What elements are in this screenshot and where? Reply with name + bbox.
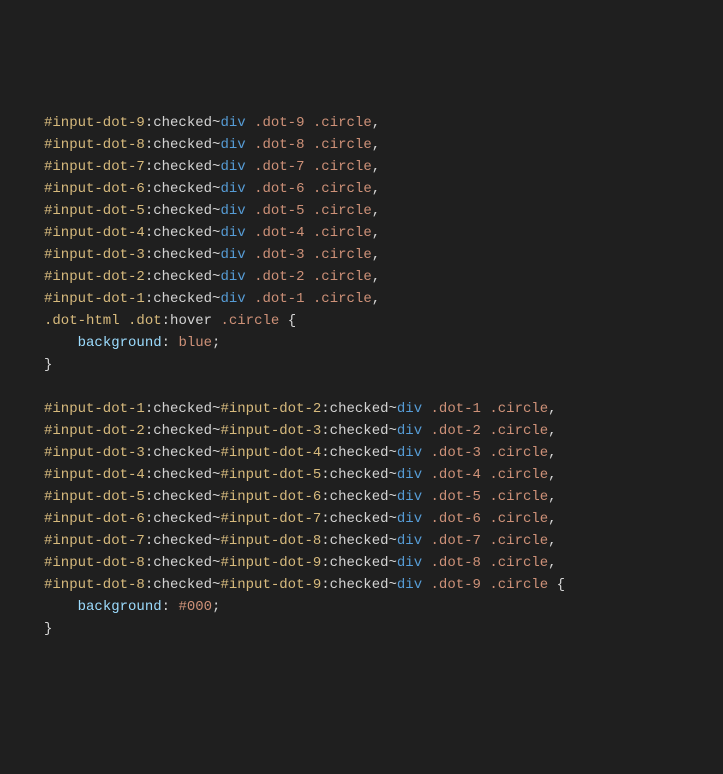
css-code-block: #input-dot-9:checked~div .dot-9 .circle,… (44, 112, 723, 640)
